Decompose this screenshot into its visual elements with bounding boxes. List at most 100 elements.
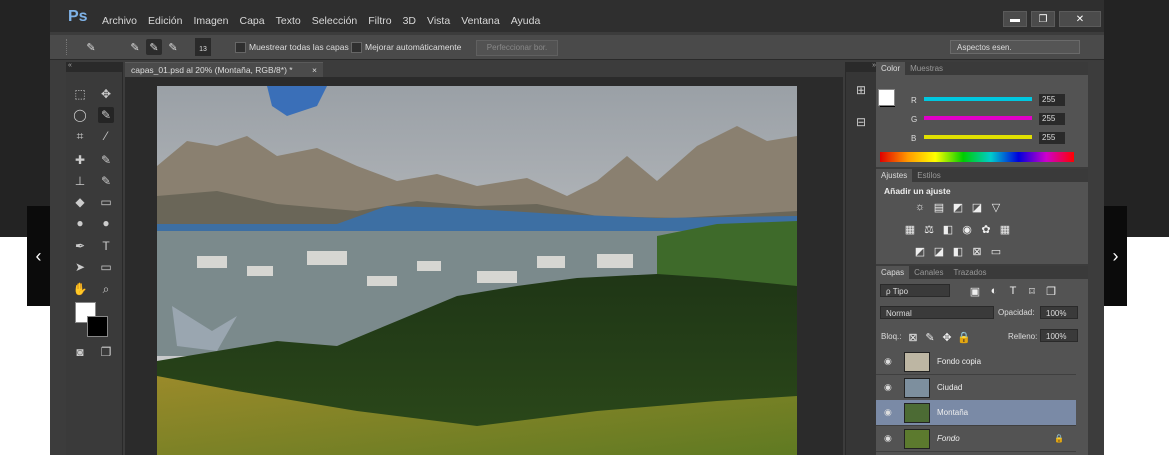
filter-type-icon[interactable]: T xyxy=(1007,285,1019,297)
lock-position-icon[interactable]: ✥ xyxy=(941,331,953,344)
tools-panel-header[interactable]: « xyxy=(66,62,122,72)
move-tool-icon[interactable]: ✥ xyxy=(98,86,114,102)
black-white-icon[interactable]: ◧ xyxy=(942,223,954,236)
crop-tool-icon[interactable]: ⌗ xyxy=(72,128,88,144)
add-to-selection-icon[interactable]: ✎ xyxy=(146,39,162,55)
opacity-input[interactable]: 100% xyxy=(1040,306,1078,319)
channel-b-slider[interactable] xyxy=(924,135,1032,139)
hue-saturation-icon[interactable]: ▦ xyxy=(904,223,916,236)
layer-filter-select[interactable]: ρ Tipo xyxy=(880,284,950,297)
layer-row-montana[interactable]: ◉ Montaña xyxy=(876,400,1076,426)
background-color-swatch[interactable] xyxy=(87,316,108,337)
channel-mixer-icon[interactable]: ✿ xyxy=(980,223,992,236)
brush-size-picker[interactable]: 13 xyxy=(195,38,211,56)
menu-archivo[interactable]: Archivo xyxy=(102,15,137,27)
channel-g-slider[interactable] xyxy=(924,116,1032,120)
document-tab-close-icon[interactable]: × xyxy=(312,63,317,78)
zoom-tool-icon[interactable]: ⌕ xyxy=(98,281,114,297)
new-selection-icon[interactable]: ✎ xyxy=(127,39,143,55)
selective-color-icon[interactable]: ⊠ xyxy=(971,245,983,258)
path-selection-tool-icon[interactable]: ➤ xyxy=(72,259,88,275)
tab-canales[interactable]: Canales xyxy=(909,266,948,279)
tab-muestras[interactable]: Muestras xyxy=(905,62,948,75)
auto-enhance-checkbox[interactable] xyxy=(351,42,362,53)
gradient-tool-icon[interactable]: ▭ xyxy=(98,194,114,210)
fill-input[interactable]: 100% xyxy=(1040,329,1078,342)
eye-icon[interactable]: ◉ xyxy=(884,407,894,417)
tab-trazados[interactable]: Trazados xyxy=(948,266,991,279)
menu-edicion[interactable]: Edición xyxy=(148,15,182,27)
menu-3d[interactable]: 3D xyxy=(403,15,416,27)
color-lookup-icon[interactable]: ▦ xyxy=(999,223,1011,236)
document-tab[interactable]: capas_01.psd al 20% (Montaña, RGB/8*) * … xyxy=(125,62,323,77)
channel-b-value[interactable]: 255 xyxy=(1039,132,1065,144)
tab-color[interactable]: Color xyxy=(876,62,906,75)
properties-panel-icon[interactable]: ⊟ xyxy=(853,114,869,130)
quick-mask-icon[interactable]: ◙ xyxy=(72,344,88,360)
eye-icon[interactable]: ◉ xyxy=(884,382,894,392)
tab-estilos[interactable]: Estilos xyxy=(912,169,946,182)
clone-stamp-tool-icon[interactable]: ⊥ xyxy=(72,173,88,189)
marquee-tool-icon[interactable]: ⬚ xyxy=(72,86,88,102)
menu-ventana[interactable]: Ventana xyxy=(461,15,500,27)
lasso-tool-icon[interactable]: ◯ xyxy=(72,107,88,123)
dock-header[interactable]: » xyxy=(846,62,876,72)
menu-ayuda[interactable]: Ayuda xyxy=(511,15,541,27)
exposure-icon[interactable]: ◪ xyxy=(971,201,983,214)
filter-pixel-icon[interactable]: ▣ xyxy=(969,285,981,298)
hand-tool-icon[interactable]: ✋ xyxy=(72,281,88,297)
panel-fg-color-swatch[interactable] xyxy=(878,89,895,106)
threshold-icon[interactable]: ◧ xyxy=(952,245,964,258)
channel-r-slider[interactable] xyxy=(924,97,1032,101)
vibrance-icon[interactable]: ▽ xyxy=(990,201,1002,214)
refine-edge-button[interactable]: Perfeccionar bor. xyxy=(476,40,558,56)
channel-r-value[interactable]: 255 xyxy=(1039,94,1065,106)
lock-all-icon[interactable]: 🔒 xyxy=(957,331,971,344)
prev-slide-button[interactable]: ‹ xyxy=(27,206,50,306)
menu-texto[interactable]: Texto xyxy=(276,15,301,27)
healing-brush-tool-icon[interactable]: ✚ xyxy=(72,152,88,168)
quick-selection-preset-icon[interactable]: ✎ xyxy=(83,39,99,55)
quick-selection-tool-icon[interactable]: ✎ xyxy=(98,107,114,123)
brush-tool-icon[interactable]: ✎ xyxy=(98,152,114,168)
layer-row-fondo-copia[interactable]: ◉ Fondo copia xyxy=(876,349,1076,375)
filter-adjustment-icon[interactable]: ◐ xyxy=(988,285,1000,297)
menu-imagen[interactable]: Imagen xyxy=(193,15,228,27)
levels-icon[interactable]: ▤ xyxy=(933,201,945,214)
lock-transparency-icon[interactable]: ⊠ xyxy=(907,331,919,344)
rectangle-tool-icon[interactable]: ▭ xyxy=(98,259,114,275)
tab-ajustes[interactable]: Ajustes xyxy=(876,169,913,182)
menu-filtro[interactable]: Filtro xyxy=(368,15,391,27)
menu-seleccion[interactable]: Selección xyxy=(312,15,358,27)
workspace-select[interactable]: Aspectos esen. xyxy=(950,40,1080,54)
posterize-icon[interactable]: ◪ xyxy=(933,245,945,258)
blur-tool-icon[interactable]: ● xyxy=(72,215,88,231)
filter-smart-object-icon[interactable]: ❐ xyxy=(1045,285,1057,298)
invert-icon[interactable]: ◩ xyxy=(914,245,926,258)
eyedropper-tool-icon[interactable]: ⁄ xyxy=(98,128,114,144)
blend-mode-select[interactable]: Normal xyxy=(880,306,994,319)
options-grip[interactable] xyxy=(66,39,69,55)
dodge-tool-icon[interactable]: ● xyxy=(98,215,114,231)
layer-row-ciudad[interactable]: ◉ Ciudad xyxy=(876,375,1076,401)
eraser-tool-icon[interactable]: ◆ xyxy=(72,194,88,210)
layer-row-fondo[interactable]: ◉ Fondo 🔒 xyxy=(876,426,1076,452)
curves-icon[interactable]: ◩ xyxy=(952,201,964,214)
color-balance-icon[interactable]: ⚖ xyxy=(923,223,935,236)
menu-vista[interactable]: Vista xyxy=(427,15,450,27)
color-spectrum[interactable] xyxy=(880,152,1074,162)
next-slide-button[interactable]: › xyxy=(1104,206,1127,306)
filter-shape-icon[interactable]: ⌑ xyxy=(1026,285,1038,298)
minimize-button[interactable]: ▬ xyxy=(1003,11,1027,27)
type-tool-icon[interactable]: T xyxy=(98,238,114,254)
photo-filter-icon[interactable]: ◉ xyxy=(961,223,973,236)
restore-button[interactable]: ❐ xyxy=(1031,11,1055,27)
pen-tool-icon[interactable]: ✒ xyxy=(72,238,88,254)
close-button[interactable]: ✕ xyxy=(1059,11,1101,27)
brightness-icon[interactable]: ☼ xyxy=(914,201,926,213)
subtract-selection-icon[interactable]: ✎ xyxy=(165,39,181,55)
eye-icon[interactable]: ◉ xyxy=(884,356,894,366)
history-panel-icon[interactable]: ⊞ xyxy=(853,82,869,98)
lock-pixels-icon[interactable]: ✎ xyxy=(924,331,936,344)
sample-all-layers-checkbox[interactable] xyxy=(235,42,246,53)
